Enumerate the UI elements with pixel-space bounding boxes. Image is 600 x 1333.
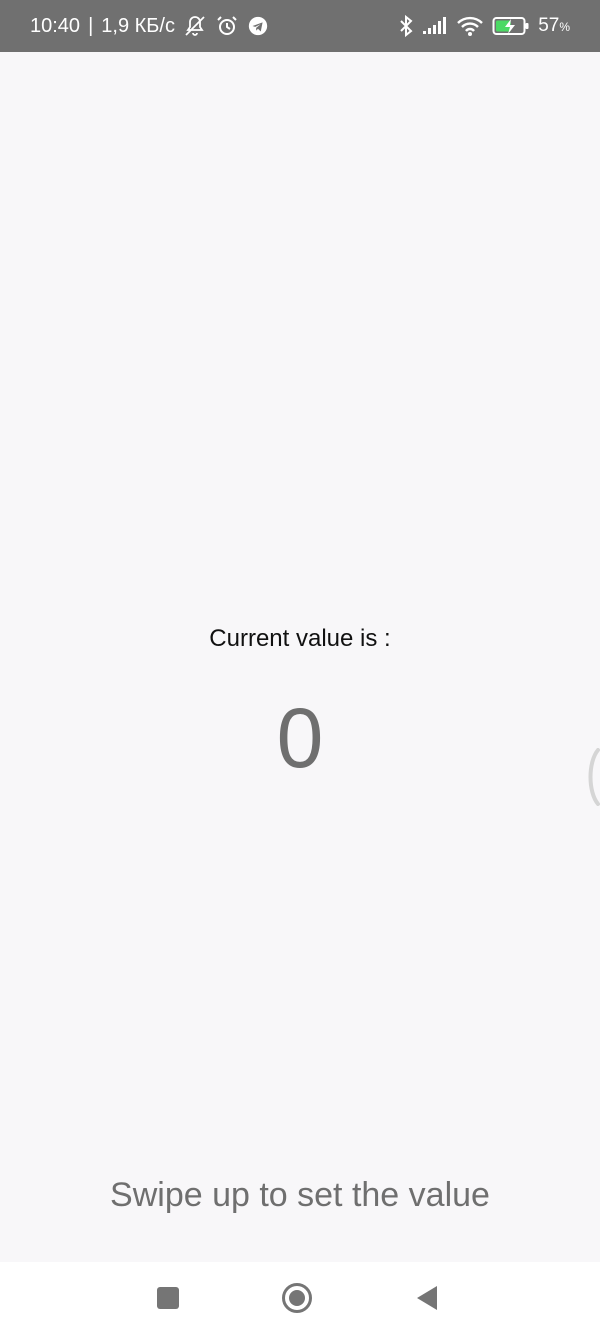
status-bar-left: 10:40 | 1,9 КБ/с xyxy=(30,0,269,52)
battery-percentage: 57% xyxy=(538,15,570,36)
bluetooth-icon xyxy=(398,14,414,38)
current-value-label: Current value is : xyxy=(209,625,391,652)
status-bar-right: 57% xyxy=(398,0,570,52)
wifi-icon xyxy=(456,15,484,37)
notifications-off-icon xyxy=(183,14,207,38)
status-time: 10:40 xyxy=(30,14,81,37)
status-bar: 10:40 | 1,9 КБ/с 57% xyxy=(0,0,600,52)
app-screen: 10:40 | 1,9 КБ/с 57% Current value is: … xyxy=(0,0,600,1333)
status-net-speed: 1,9 КБ/с xyxy=(101,14,175,37)
back-icon xyxy=(415,1285,439,1311)
telegram-icon xyxy=(247,15,269,37)
edge-gesture-handle[interactable] xyxy=(584,748,600,806)
home-button[interactable] xyxy=(257,1262,337,1333)
signal-icon xyxy=(422,16,448,36)
alarm-icon xyxy=(215,14,239,38)
recents-button[interactable] xyxy=(128,1262,208,1333)
back-button[interactable] xyxy=(387,1262,467,1333)
navigation-bar xyxy=(0,1262,600,1333)
recents-icon xyxy=(156,1286,180,1310)
battery-charging-icon xyxy=(492,15,530,37)
current-value-display: 0 xyxy=(276,691,324,785)
swipe-up-hint[interactable]: Swipe up to set the value xyxy=(0,1176,600,1215)
home-icon xyxy=(281,1282,313,1314)
status-separator: | xyxy=(88,14,94,37)
